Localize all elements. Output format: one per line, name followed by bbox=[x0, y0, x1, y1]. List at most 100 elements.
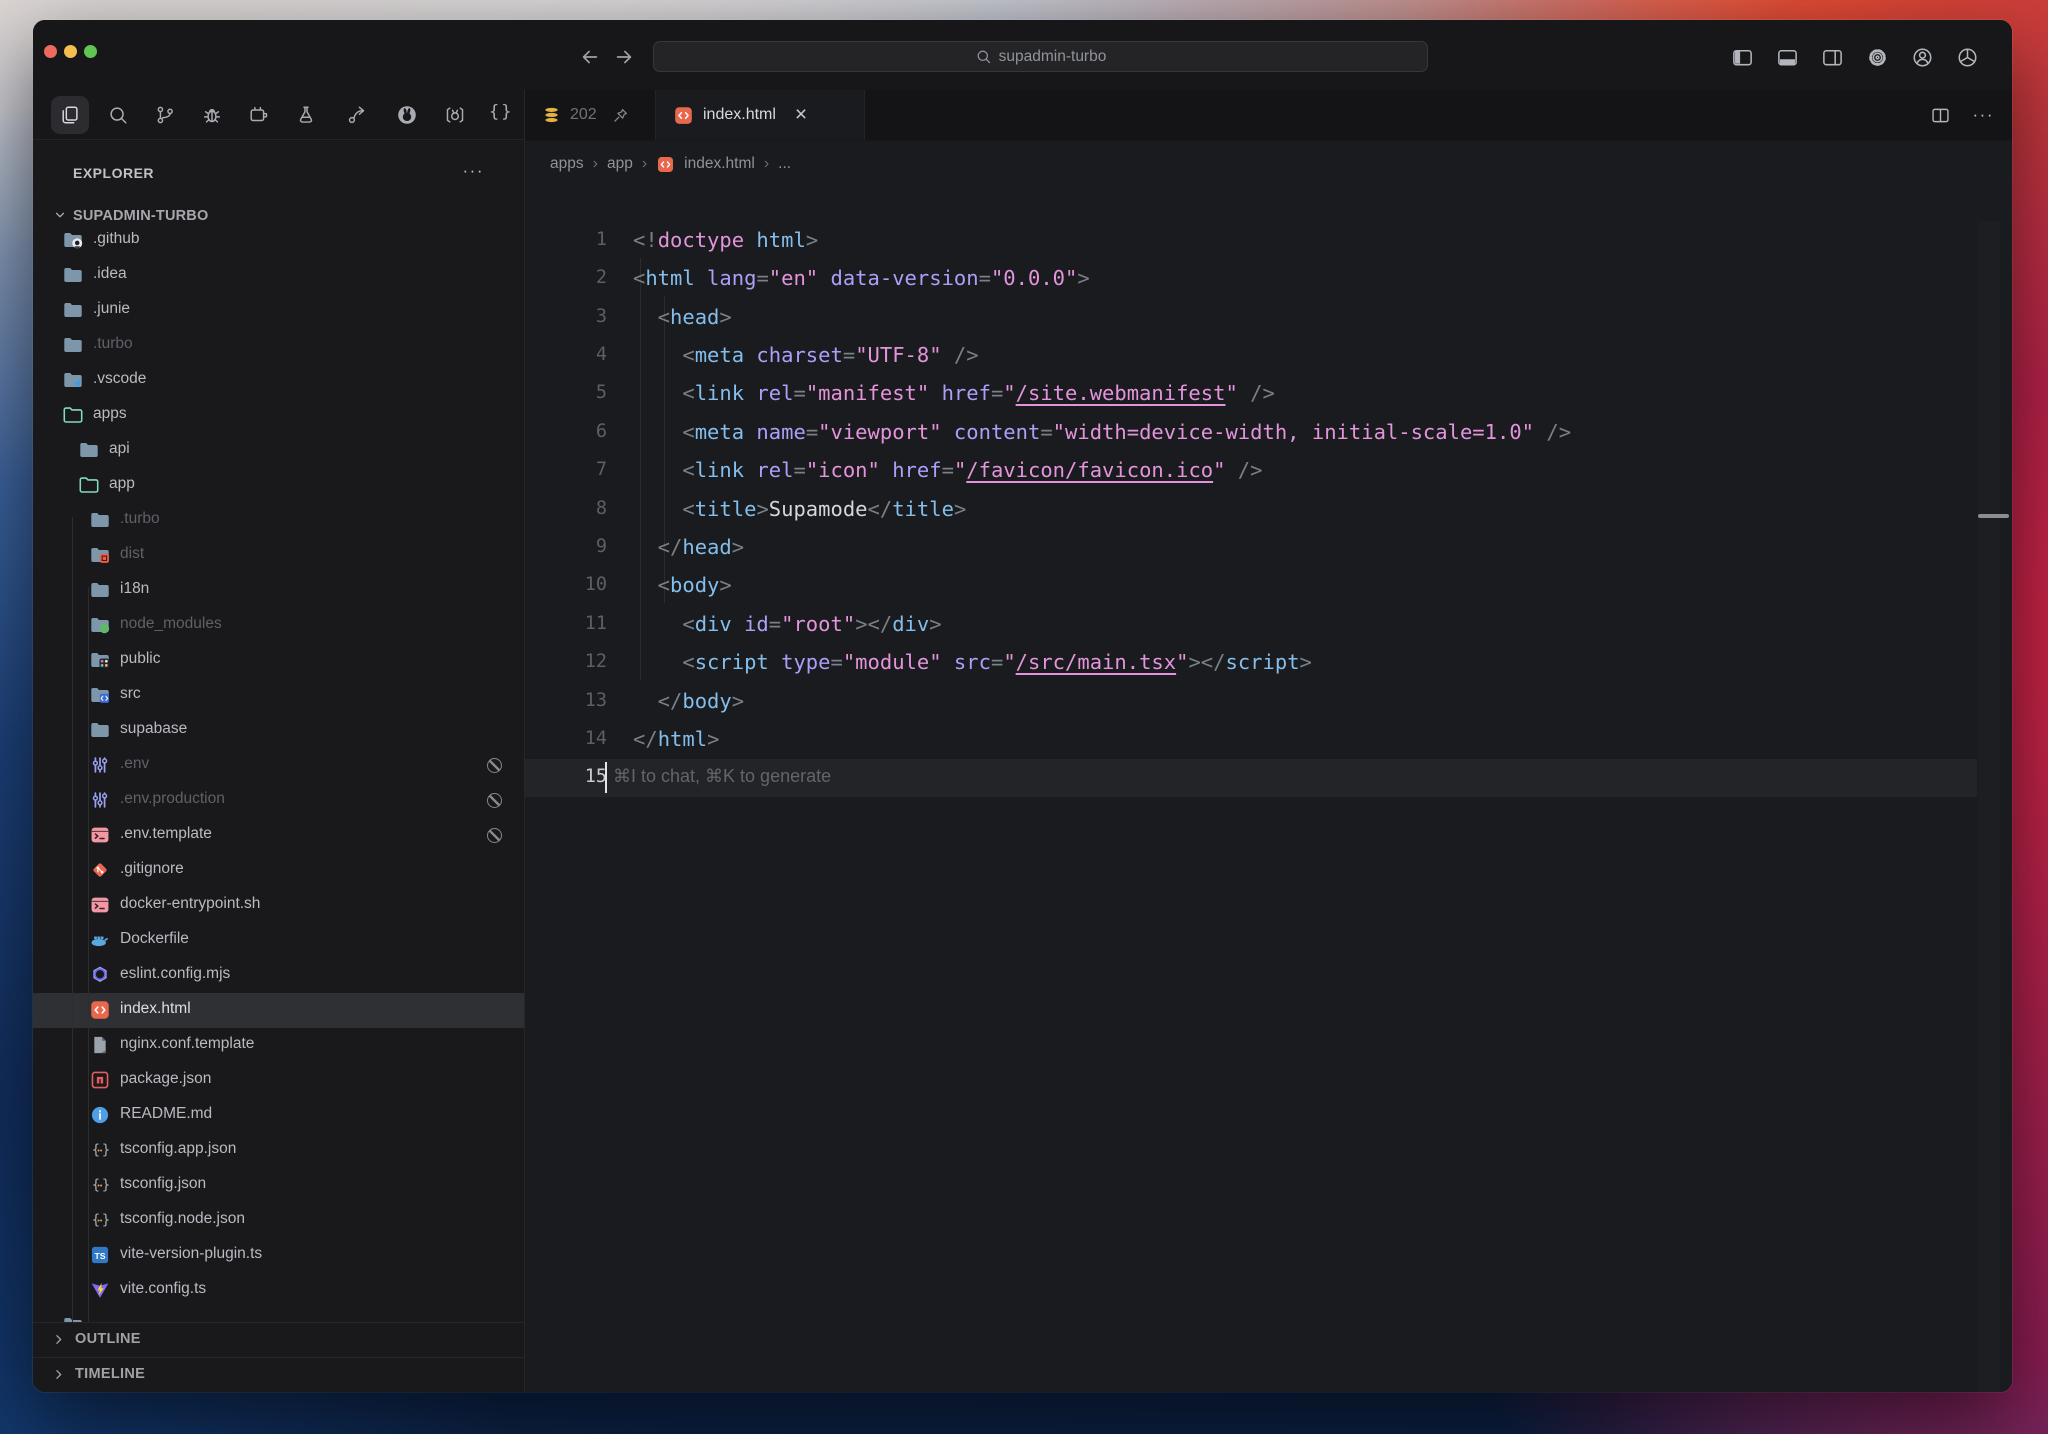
line-number: 10 bbox=[525, 566, 607, 604]
activity-item-remote-share[interactable] bbox=[338, 96, 376, 134]
share-arrow-icon bbox=[346, 104, 368, 126]
tree-item-.junie[interactable]: .junie bbox=[33, 293, 524, 328]
close-window-button[interactable] bbox=[44, 45, 57, 58]
file-name: Dockerfile bbox=[120, 930, 189, 948]
tree-root-row[interactable]: SUPADMIN-TURBO bbox=[33, 203, 524, 232]
tree-item-node_modules[interactable]: node_modules bbox=[33, 608, 524, 643]
zoom-window-button[interactable] bbox=[84, 45, 97, 58]
tree-item-.vscode[interactable]: .vscode bbox=[33, 363, 524, 398]
tree-item-tsconfig.node.json[interactable]: {} tsconfig.node.json bbox=[33, 1203, 524, 1238]
tree-item-Dockerfile[interactable]: Dockerfile bbox=[33, 923, 524, 958]
activity-item-source-control[interactable] bbox=[146, 96, 184, 134]
search-input[interactable]: supadmin-turbo bbox=[653, 41, 1428, 72]
database-icon bbox=[541, 105, 562, 126]
tree-item-.env[interactable]: .env bbox=[33, 748, 524, 783]
tree-item-.env.template[interactable]: .env.template bbox=[33, 818, 524, 853]
file-name: .env bbox=[120, 755, 149, 773]
tab-index-html[interactable]: index.html × bbox=[655, 90, 865, 140]
tree-item-package.json[interactable]: package.json bbox=[33, 1063, 524, 1098]
activity-item-snippets[interactable]: {} bbox=[481, 96, 519, 134]
npm-icon bbox=[89, 1069, 111, 1091]
sidebar-section-timeline[interactable]: TIMELINE bbox=[33, 1357, 524, 1392]
tree-item-eslint.config.mjs[interactable]: eslint.config.mjs bbox=[33, 958, 524, 993]
tree-item-i18n[interactable]: i18n bbox=[33, 573, 524, 608]
flask-icon bbox=[295, 104, 317, 126]
traffic-lights bbox=[44, 45, 97, 58]
tree-item-vite-version-plugin.ts[interactable]: TSvite-version-plugin.ts bbox=[33, 1238, 524, 1273]
sidebar-section-outline[interactable]: OUTLINE bbox=[33, 1322, 524, 1357]
braces-json-icon: {} bbox=[89, 1209, 111, 1231]
line-number: 12 bbox=[525, 643, 607, 681]
folder-icon bbox=[89, 579, 111, 601]
close-tab-icon[interactable]: × bbox=[795, 105, 807, 125]
breadcrumb-tail[interactable]: ... bbox=[778, 155, 791, 173]
file-name: .env.production bbox=[120, 790, 225, 808]
tree-item-vite.config.ts[interactable]: vite.config.ts bbox=[33, 1273, 524, 1308]
file-name: .github bbox=[93, 230, 140, 248]
settings-gear-icon[interactable] bbox=[1866, 46, 1889, 69]
toggle-secondary-sidebar-icon[interactable] bbox=[1821, 46, 1844, 69]
tree-item-src[interactable]: src bbox=[33, 678, 524, 713]
breadcrumb-item-file[interactable]: index.html bbox=[684, 155, 755, 173]
tree-item-.env.production[interactable]: .env.production bbox=[33, 783, 524, 818]
folder-icon bbox=[78, 439, 100, 461]
tree-item-index.html[interactable]: index.html bbox=[33, 993, 524, 1028]
account-icon[interactable] bbox=[1911, 46, 1934, 69]
tree-item-tsconfig.app.json[interactable]: {}tsconfig.app.json bbox=[33, 1133, 524, 1168]
tree-item-docker-entrypoint.sh[interactable]: docker-entrypoint.sh bbox=[33, 888, 524, 923]
activity-item-coderabbit[interactable] bbox=[388, 96, 426, 134]
tab-pinned-202[interactable]: 202 bbox=[527, 90, 655, 140]
activity-item-ai-agent[interactable] bbox=[436, 96, 474, 134]
tree-item-apps[interactable]: apps bbox=[33, 398, 524, 433]
breadcrumb-item[interactable]: app bbox=[607, 155, 633, 173]
scrollbar-thumb[interactable] bbox=[1978, 514, 2009, 518]
editor-scrollbar[interactable] bbox=[1978, 221, 2000, 1392]
file-name: .gitignore bbox=[120, 860, 184, 878]
activity-item-testing[interactable] bbox=[287, 96, 325, 134]
code-line-5: 5 <link rel="manifest" href="/site.webma… bbox=[525, 374, 2012, 412]
tree-item-public[interactable]: public bbox=[33, 643, 524, 678]
code-line-7: 7 <link rel="icon" href="/favicon/favico… bbox=[525, 451, 2012, 489]
tree-item-.gitignore[interactable]: .gitignore bbox=[33, 853, 524, 888]
tab-label: 202 bbox=[570, 106, 597, 124]
minimize-window-button[interactable] bbox=[64, 45, 77, 58]
git-branch-icon bbox=[154, 104, 176, 126]
tree-item-.turbo[interactable]: .turbo bbox=[33, 328, 524, 363]
tree-item-.idea[interactable]: .idea bbox=[33, 258, 524, 293]
more-actions-icon[interactable]: ··· bbox=[1973, 105, 1994, 125]
activity-item-search[interactable] bbox=[99, 96, 137, 134]
tree-item-.turbo[interactable]: .turbo bbox=[33, 503, 524, 538]
activity-item-extensions[interactable] bbox=[240, 96, 278, 134]
forward-icon[interactable] bbox=[613, 46, 635, 68]
toggle-panel-icon[interactable] bbox=[1776, 46, 1799, 69]
toggle-primary-sidebar-icon[interactable] bbox=[1731, 46, 1754, 69]
tree-item-supabase[interactable]: supabase bbox=[33, 713, 524, 748]
file-name: tsconfig.node.json bbox=[120, 1210, 245, 1228]
folder-open-icon bbox=[78, 474, 100, 496]
sidebar-sections: OUTLINETIMELINE bbox=[33, 1322, 524, 1392]
line-number: 14 bbox=[525, 720, 607, 758]
folder-github-icon bbox=[62, 229, 84, 251]
html-file-icon bbox=[673, 105, 694, 126]
chevron-right-icon: › bbox=[593, 155, 598, 173]
code-area[interactable]: 1<!doctype html>2<html lang="en" data-ve… bbox=[525, 181, 2012, 1392]
back-icon[interactable] bbox=[579, 46, 601, 68]
breadcrumb-item[interactable]: apps bbox=[550, 155, 584, 173]
tree-item-dist[interactable]: dist bbox=[33, 538, 524, 573]
cursor-settings-icon[interactable] bbox=[1956, 46, 1979, 69]
sliders-icon bbox=[89, 754, 111, 776]
activity-item-debug[interactable] bbox=[193, 96, 231, 134]
tree-item-clipped[interactable] bbox=[33, 1308, 524, 1323]
line-number: 5 bbox=[525, 374, 607, 412]
tree-item-app[interactable]: app bbox=[33, 468, 524, 503]
braces-json-icon: {} bbox=[89, 1174, 111, 1196]
tree-item-nginx.conf.template[interactable]: nginx.conf.template bbox=[33, 1028, 524, 1063]
titlebar-actions bbox=[1731, 46, 1979, 69]
tree-item-tsconfig.json[interactable]: {}tsconfig.json bbox=[33, 1168, 524, 1203]
tree-item-README.md[interactable]: README.md bbox=[33, 1098, 524, 1133]
tree-item-api[interactable]: api bbox=[33, 433, 524, 468]
activity-item-explorer[interactable] bbox=[51, 96, 89, 134]
vite-icon bbox=[89, 1279, 111, 1301]
split-editor-icon[interactable] bbox=[1930, 105, 1951, 126]
folder-icon bbox=[62, 264, 84, 286]
